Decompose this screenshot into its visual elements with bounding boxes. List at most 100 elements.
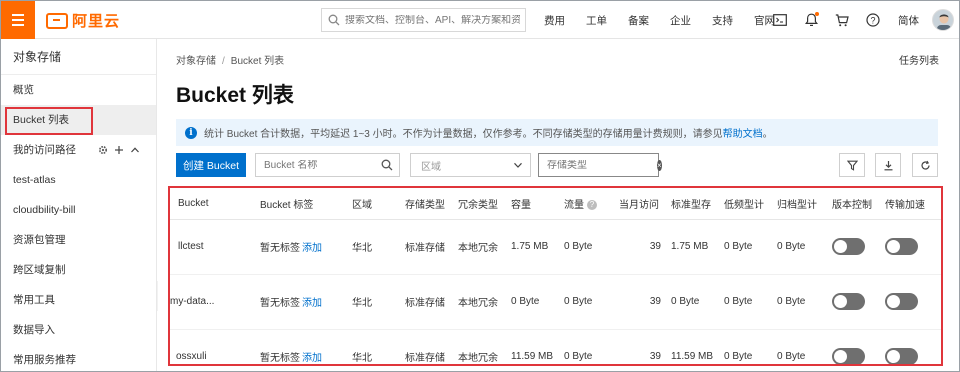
plus-icon[interactable]	[114, 145, 124, 155]
add-tag-link[interactable]: 添加	[302, 353, 322, 364]
table-row: llctest 暂无标签 添加 华北 标准存储 本地冗余 1.75 MB 0 By…	[170, 219, 941, 275]
col-capacity[interactable]: 容量	[511, 188, 564, 220]
breadcrumb-oss[interactable]: 对象存储	[176, 56, 216, 67]
col-standard-storage[interactable]: 标准型存	[671, 188, 724, 220]
nav-support[interactable]: 支持	[712, 13, 733, 28]
nav-icp[interactable]: 备案	[628, 13, 649, 28]
bucket-tag-cell: 暂无标签 添加	[260, 219, 352, 275]
acceleration-toggle[interactable]	[885, 293, 918, 310]
archive-storage-cell: 0 Byte	[777, 329, 832, 364]
col-ia-billing[interactable]: 低频型计	[724, 188, 777, 220]
sidebar-item-cloudbility-bill[interactable]: cloudbility-bill	[1, 195, 156, 225]
nav-enterprise[interactable]: 企业	[670, 13, 691, 28]
bucket-search-input[interactable]	[264, 159, 374, 171]
versioning-toggle[interactable]	[832, 348, 865, 364]
language-switch[interactable]: 简体	[898, 13, 919, 28]
region-cell: 华北	[352, 329, 405, 364]
aliyun-logo-icon	[46, 12, 68, 29]
add-tag-link[interactable]: 添加	[302, 298, 322, 309]
col-archive-billing[interactable]: 归档型计	[777, 188, 832, 220]
clear-icon[interactable]: ×	[657, 159, 662, 171]
sidebar: 对象存储 概览 Bucket 列表 我的访问路径 test-atlas clou…	[1, 39, 157, 371]
add-tag-link[interactable]: 添加	[302, 243, 322, 254]
global-search[interactable]	[321, 8, 526, 32]
help-icon[interactable]: ?	[864, 11, 882, 29]
ia-storage-cell: 0 Byte	[724, 329, 777, 364]
monthly-visits-cell: 39	[619, 274, 671, 330]
bucket-name-link[interactable]: my-data...	[170, 274, 260, 330]
redundancy-cell: 本地冗余	[458, 274, 511, 330]
filter-icon	[846, 160, 858, 171]
create-bucket-button[interactable]: 创建 Bucket	[176, 153, 246, 177]
global-search-input[interactable]	[345, 14, 520, 26]
sidebar-item-data-import[interactable]: 数据导入	[1, 315, 156, 345]
nav-tickets[interactable]: 工单	[586, 13, 607, 28]
archive-storage-cell: 0 Byte	[777, 274, 832, 330]
sidebar-item-common-tools[interactable]: 常用工具	[1, 285, 156, 315]
info-icon: i	[185, 126, 197, 139]
acceleration-cell	[885, 274, 941, 330]
notification-dot	[815, 12, 819, 16]
versioning-cell	[832, 274, 885, 330]
region-cell: 华北	[352, 219, 405, 275]
region-select[interactable]: 区域	[410, 153, 531, 177]
ia-storage-cell: 0 Byte	[724, 274, 777, 330]
bucket-search	[255, 153, 400, 177]
chevron-up-icon[interactable]	[130, 145, 140, 155]
help-icon[interactable]: ?	[587, 200, 597, 211]
bucket-tag-cell: 暂无标签 添加	[260, 329, 352, 364]
sidebar-item-label: 我的访问路径	[13, 144, 76, 156]
storage-type-filter[interactable]: ×	[538, 153, 662, 177]
refresh-button[interactable]	[912, 153, 938, 177]
filter-button[interactable]	[839, 153, 865, 177]
col-region: 区域	[352, 188, 405, 220]
bucket-name-link[interactable]: ossxuli	[170, 329, 260, 364]
search-icon[interactable]	[381, 159, 393, 171]
versioning-toggle[interactable]	[832, 293, 865, 310]
sidebar-item-my-paths[interactable]: 我的访问路径	[1, 135, 156, 165]
acceleration-toggle[interactable]	[885, 348, 918, 364]
acceleration-toggle[interactable]	[885, 238, 918, 255]
highlight-box	[5, 107, 93, 135]
avatar[interactable]	[932, 9, 954, 31]
nav-billing[interactable]: 费用	[544, 13, 565, 28]
page-title: Bucket 列表	[176, 84, 294, 107]
storage-type-input[interactable]	[547, 159, 657, 171]
brand-name: 阿里云	[72, 13, 121, 30]
bucket-table: Bucket Bucket 标签 区域 存储类型 冗余类型 容量 流量? 当月访…	[168, 186, 943, 366]
download-button[interactable]	[875, 153, 901, 177]
col-redundancy: 冗余类型	[458, 188, 511, 220]
storage-type-cell: 标准存储	[405, 329, 458, 364]
table-row: ossxuli 暂无标签 添加 华北 标准存储 本地冗余 11.59 MB 0 B…	[170, 329, 941, 364]
console-window: 阿里云 费用 工单 备案 企业 支持 官网 ?	[0, 0, 960, 372]
chevron-down-icon	[514, 162, 522, 168]
tag-empty-text: 暂无标签	[260, 353, 300, 364]
svg-text:?: ?	[870, 15, 875, 25]
ia-storage-cell: 0 Byte	[724, 219, 777, 275]
notice-text: 统计 Bucket 合计数据，平均延迟 1~3 小时。不作为计量数据，仅作参考。…	[204, 129, 723, 140]
menu-icon[interactable]	[1, 1, 35, 39]
storage-type-cell: 标准存储	[405, 219, 458, 275]
table-row: my-data... 暂无标签 添加 华北 标准存储 本地冗余 0 Byte 0 …	[170, 274, 941, 330]
bell-icon[interactable]	[802, 11, 820, 29]
terminal-icon[interactable]	[771, 11, 789, 29]
sidebar-item-test-atlas[interactable]: test-atlas	[1, 165, 156, 195]
traffic-cell: 0 Byte	[564, 329, 619, 364]
help-doc-link[interactable]: 帮助文档	[723, 125, 763, 140]
cart-icon[interactable]	[833, 11, 851, 29]
task-list-link[interactable]: 任务列表	[899, 52, 939, 67]
gear-icon[interactable]	[98, 145, 108, 155]
col-traffic[interactable]: 流量?	[564, 188, 619, 220]
sidebar-item-recommended-services[interactable]: 常用服务推荐	[1, 345, 156, 371]
sidebar-item-cross-region-replication[interactable]: 跨区域复制	[1, 255, 156, 285]
table-header-row: Bucket Bucket 标签 区域 存储类型 冗余类型 容量 流量? 当月访…	[170, 188, 941, 220]
brand-logo[interactable]: 阿里云	[46, 10, 120, 31]
redundancy-cell: 本地冗余	[458, 219, 511, 275]
col-monthly-visits[interactable]: 当月访问	[619, 188, 671, 220]
sidebar-item-overview[interactable]: 概览	[1, 75, 156, 105]
storage-type-cell: 标准存储	[405, 274, 458, 330]
sidebar-item-resource-packages[interactable]: 资源包管理	[1, 225, 156, 255]
versioning-toggle[interactable]	[832, 238, 865, 255]
col-bucket[interactable]: Bucket	[170, 188, 260, 220]
bucket-name-link[interactable]: llctest	[170, 219, 260, 275]
